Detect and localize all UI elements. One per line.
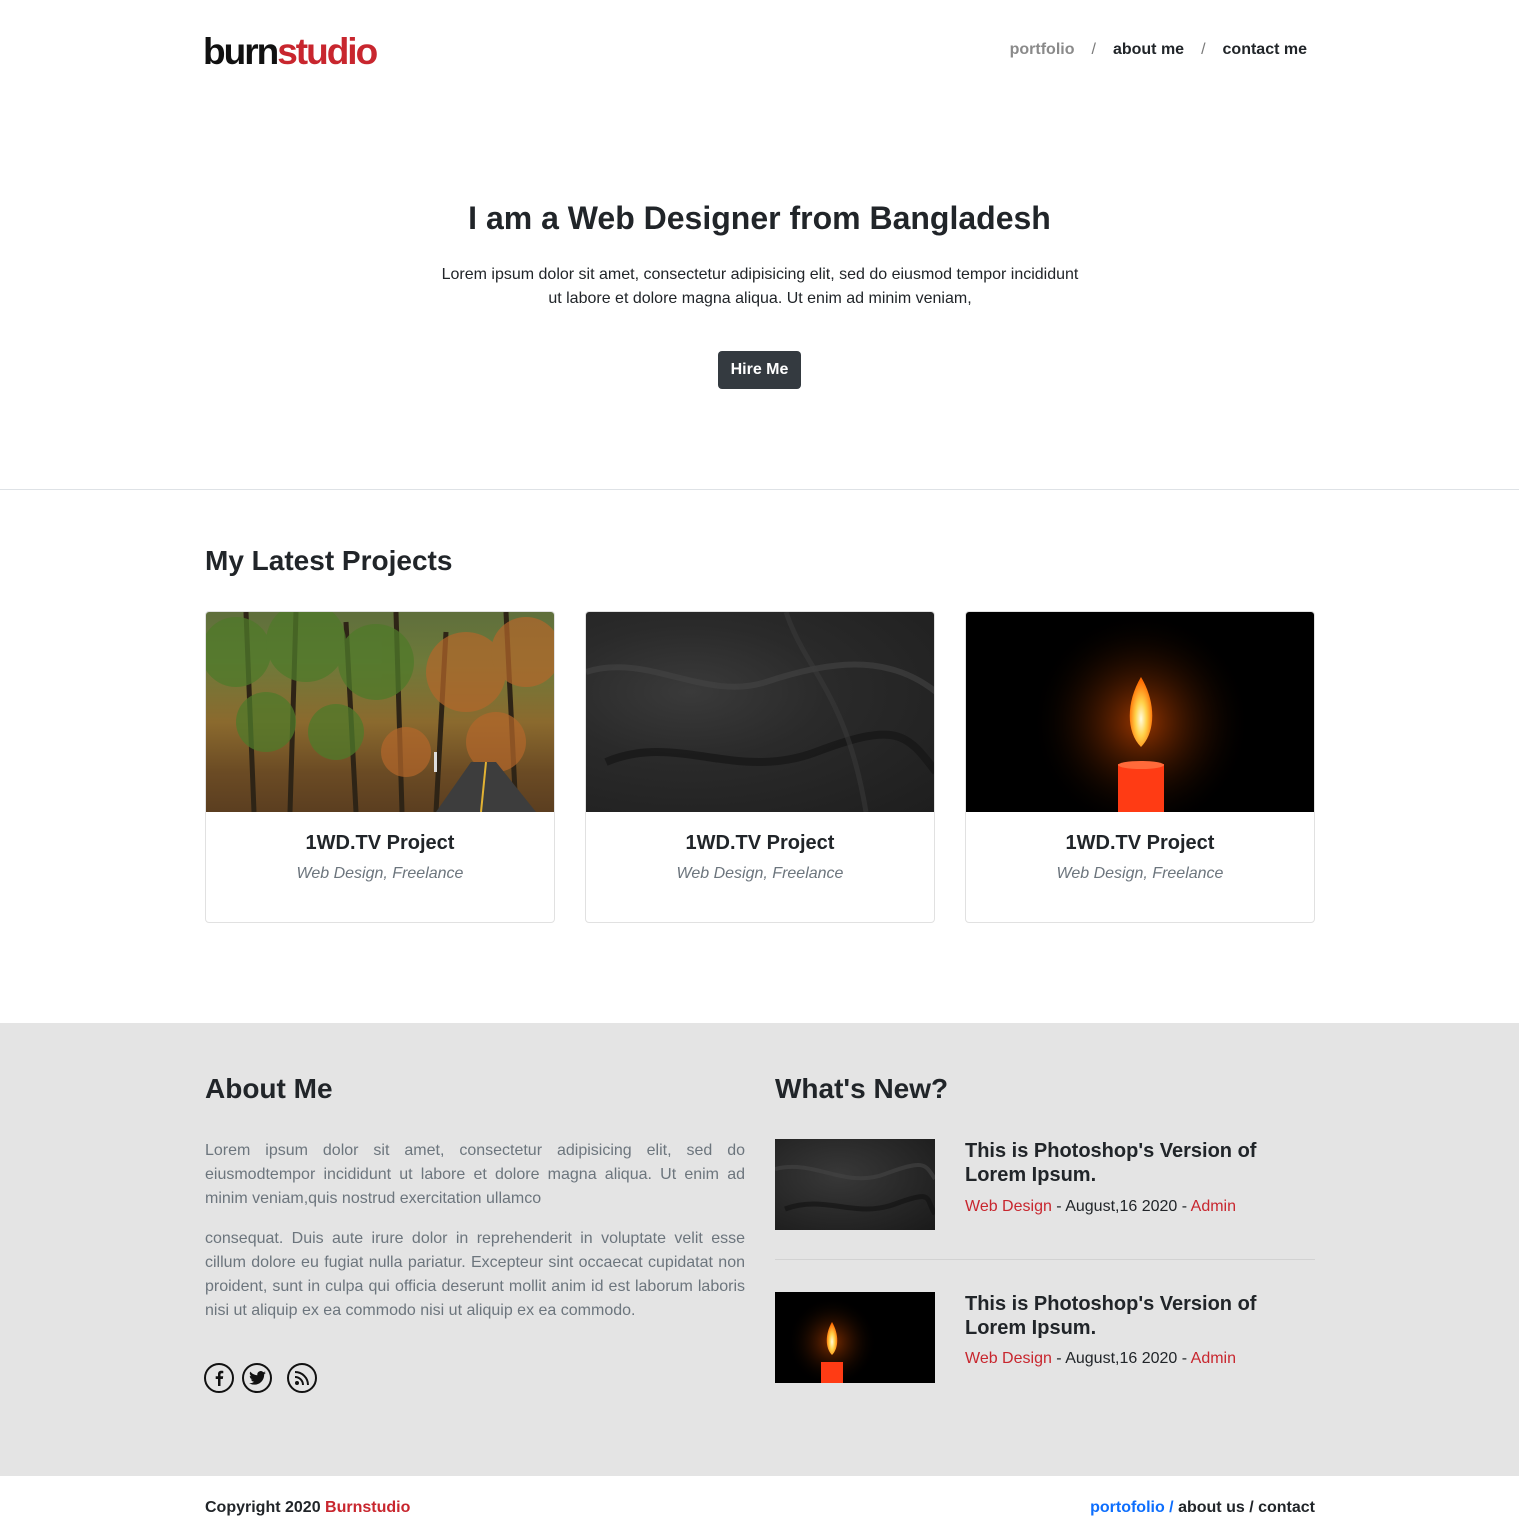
- news-category-link[interactable]: Web Design: [965, 1198, 1052, 1215]
- meta-separator: -: [1177, 1350, 1191, 1367]
- about-title: About Me: [205, 1073, 333, 1104]
- divider: [0, 489, 1519, 490]
- project-image-sand[interactable]: [586, 612, 934, 812]
- about-paragraph-1: Lorem ipsum dolor sit amet, consectetur …: [205, 1142, 745, 1207]
- nav-about-me[interactable]: about me: [1113, 41, 1184, 59]
- news-headline[interactable]: This is Photoshop's Version of Lorem Ips…: [965, 1292, 1305, 1340]
- project-subtitle: Web Design, Freelance: [676, 865, 844, 882]
- footer-links: portofolio / about us / contact: [1090, 1499, 1315, 1517]
- hero-text-line2: ut labore et dolore magna aliqua. Ut eni…: [548, 290, 972, 307]
- news-meta: Web Design - August,16 2020 - Admin: [965, 1350, 1236, 1368]
- nav-portfolio[interactable]: portfolio: [1010, 41, 1075, 59]
- meta-separator: -: [1051, 1350, 1066, 1367]
- news-divider: [775, 1259, 1315, 1260]
- meta-separator: -: [1177, 1198, 1191, 1215]
- facebook-icon[interactable]: [204, 1363, 234, 1393]
- project-title[interactable]: 1WD.TV Project: [966, 832, 1314, 855]
- nav-separator: /: [1091, 41, 1096, 58]
- footer-separator: /: [1164, 1499, 1179, 1516]
- footer-separator: /: [1244, 1499, 1259, 1516]
- project-card[interactable]: 1WD.TV Project Web Design, Freelance: [205, 611, 555, 923]
- project-image-candle[interactable]: [966, 612, 1314, 812]
- news-author-link[interactable]: Admin: [1191, 1198, 1236, 1215]
- twitter-icon[interactable]: [242, 1363, 272, 1393]
- project-title[interactable]: 1WD.TV Project: [206, 832, 554, 855]
- nav-contact-me[interactable]: contact me: [1223, 41, 1307, 59]
- project-subtitle: Web Design, Freelance: [296, 865, 464, 882]
- main-nav: portfolio / about me / contact me: [1010, 41, 1307, 59]
- hire-me-button[interactable]: Hire Me: [718, 351, 801, 389]
- news-category-link[interactable]: Web Design: [965, 1350, 1052, 1367]
- project-image-forest[interactable]: [206, 612, 554, 812]
- copyright-text: Copyright 2020: [205, 1499, 326, 1516]
- logo[interactable]: burnstudio: [203, 31, 378, 72]
- rss-icon[interactable]: [287, 1363, 317, 1393]
- footer-link-portofolio[interactable]: portofolio: [1090, 1499, 1165, 1516]
- copyright: Copyright 2020 Burnstudio: [205, 1499, 410, 1517]
- footer-link-contact[interactable]: contact: [1258, 1499, 1315, 1516]
- meta-separator: -: [1051, 1198, 1066, 1215]
- news-date: August,16 2020: [1065, 1198, 1178, 1215]
- news-thumbnail-sand[interactable]: [775, 1139, 935, 1230]
- project-card[interactable]: 1WD.TV Project Web Design, Freelance: [965, 611, 1315, 923]
- project-card[interactable]: 1WD.TV Project Web Design, Freelance: [585, 611, 935, 923]
- hero-title: I am a Web Designer from Bangladesh: [468, 200, 1051, 236]
- footer-brand-link[interactable]: Burnstudio: [325, 1499, 410, 1516]
- whats-new-title: What's New?: [775, 1073, 949, 1104]
- about-paragraph-2: consequat. Duis aute irure dolor in repr…: [205, 1230, 745, 1319]
- news-headline[interactable]: This is Photoshop's Version of Lorem Ips…: [965, 1139, 1305, 1187]
- logo-burn: burn: [203, 31, 279, 72]
- project-subtitle: Web Design, Freelance: [1056, 865, 1224, 882]
- news-thumbnail-candle[interactable]: [775, 1292, 935, 1383]
- hero-text: Lorem ipsum dolor sit amet, consectetur …: [430, 263, 1090, 311]
- footer-link-about-us[interactable]: about us: [1178, 1499, 1245, 1516]
- project-title[interactable]: 1WD.TV Project: [586, 832, 934, 855]
- projects-title: My Latest Projects: [205, 545, 453, 576]
- news-meta: Web Design - August,16 2020 - Admin: [965, 1198, 1236, 1216]
- logo-studio: studio: [277, 31, 378, 72]
- hero-text-line1: Lorem ipsum dolor sit amet, consectetur …: [441, 266, 1079, 283]
- nav-separator: /: [1201, 41, 1206, 58]
- news-author-link[interactable]: Admin: [1191, 1350, 1236, 1367]
- news-date: August,16 2020: [1065, 1350, 1178, 1367]
